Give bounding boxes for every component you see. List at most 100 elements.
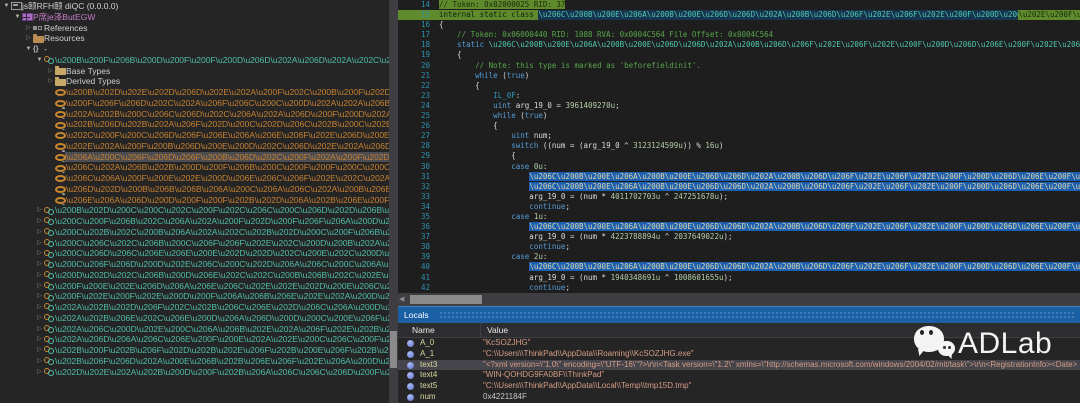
- code-text: continue;: [439, 202, 570, 212]
- line-number: 14: [398, 0, 430, 10]
- expand-arrow-icon[interactable]: ▷: [35, 367, 44, 378]
- line-number: 35: [398, 212, 430, 222]
- tree-row[interactable]: \u200F\u206F\u206D\u202C\u202A\u206F\u20…: [0, 98, 389, 109]
- code-line: 20 // Note: this type is marked as 'befo…: [398, 61, 1080, 71]
- tree-row[interactable]: \u206D\u202D\u200B\u206B\u206B\u206A\u20…: [0, 184, 389, 195]
- code-token: ;: [565, 283, 570, 292]
- collapse-arrow-icon[interactable]: ▼: [2, 1, 11, 12]
- tree-row[interactable]: \u202C\u200F\u200C\u206D\u206F\u206E\u20…: [0, 130, 389, 141]
- tree-row[interactable]: \u200B\u202D\u202E\u202D\u206D\u202E\u20…: [0, 87, 389, 98]
- tree-row[interactable]: ▷\u202A\u202B\u206E\u202C\u206E\u200D\u2…: [0, 313, 389, 324]
- code-token: switch: [439, 141, 543, 150]
- collapse-arrow-icon[interactable]: ▼: [13, 12, 22, 23]
- scroll-left-arrow-icon[interactable]: ◀: [399, 295, 404, 303]
- assembly-explorer-tree[interactable]: ▼js颐RFH颐 diQC (0.0.0.0)▼P席je泽ButEGW▷Refe…: [0, 0, 389, 403]
- code-token: 4011702703u: [611, 192, 661, 201]
- panel-drag-dots: [439, 311, 1076, 320]
- tree-row[interactable]: ▼{}-: [0, 44, 389, 55]
- tree-scrollbar-thumb[interactable]: [390, 331, 397, 368]
- expand-arrow-icon[interactable]: ▷: [35, 334, 44, 345]
- tree-row[interactable]: ▷ \u200C\u206C\u202C\u206B\u200C\u206F\u2…: [0, 238, 389, 249]
- tree-row[interactable]: ▷\u202A\u206D\u206A\u206C\u206E\u200F\u2…: [0, 334, 389, 345]
- tree-row[interactable]: \u202E\u202A\u200F\u200B\u206D\u200E\u20…: [0, 141, 389, 152]
- expand-arrow-icon[interactable]: ▷: [35, 345, 44, 356]
- expand-arrow-icon[interactable]: ▷: [35, 216, 44, 227]
- expand-arrow-icon[interactable]: ▷: [35, 281, 44, 292]
- code-token: num;: [534, 131, 552, 140]
- tree-row[interactable]: ▷\u200F\u202E\u200F\u202E\u200D\u200F\u2…: [0, 291, 389, 302]
- code-view[interactable]: 14// Token: 0x02000025 RID: 3715internal…: [398, 0, 1080, 293]
- highlighted-reference[interactable]: \u206C\u200B\u200E\u206A\u200B\u200E\u20…: [529, 172, 1080, 181]
- tree-row[interactable]: ▷\u200D\u202D\u202C\u206B\u200D\u206E\u2…: [0, 270, 389, 281]
- tree-row[interactable]: ▷\u200C\u206F\u206D\u200D\u202E\u206C\u2…: [0, 259, 389, 270]
- code-text: static \u206C\u200B\u200E\u206A\u200B\u2…: [439, 40, 1080, 50]
- code-token[interactable]: \u206C\u200B\u200E\u206A\u200B\u200E\u20…: [538, 10, 1018, 20]
- collapse-arrow-icon[interactable]: ▼: [35, 55, 44, 66]
- tree-row[interactable]: ▷\u200C\u206D\u206C\u206E\u206E\u200E\u2…: [0, 248, 389, 259]
- tree-row[interactable]: ▷\u200B\u202D\u200C\u200C\u202C\u200F\u2…: [0, 205, 389, 216]
- expand-arrow-icon[interactable]: ▷: [35, 205, 44, 216]
- code-token: 16u: [705, 141, 719, 150]
- tree-label: \u200C\u206C\u202C\u206B\u200C\u206F\u20…: [55, 238, 389, 249]
- expand-arrow-icon[interactable]: ▷: [35, 313, 44, 324]
- column-header-name[interactable]: Name: [398, 323, 481, 337]
- locals-row[interactable]: num0x4221184F: [398, 392, 1080, 403]
- tree-row[interactable]: ▷Base Types: [0, 66, 389, 77]
- highlighted-reference[interactable]: \u206C\u200B\u200E\u206A\u200B\u200E\u20…: [529, 182, 1080, 191]
- code-hscrollbar-thumb[interactable]: [410, 295, 482, 304]
- tree-row[interactable]: ▷\u200F\u200E\u202E\u206D\u206A\u206E\u2…: [0, 281, 389, 292]
- column-header-value[interactable]: Value: [481, 325, 508, 335]
- tree-scrollbar[interactable]: [389, 0, 398, 403]
- local-name: A_0: [398, 338, 481, 349]
- tree-label-selected: \u206A\u200C\u206F\u206D\u206F\u200B\u20…: [66, 152, 389, 163]
- tree-row[interactable]: \u206E\u206A\u206D\u200D\u200F\u200F\u20…: [0, 195, 389, 206]
- expand-arrow-icon[interactable]: ▷: [35, 291, 44, 302]
- tree-row[interactable]: ▷\u202A\u206C\u200D\u202E\u200C\u206A\u2…: [0, 324, 389, 335]
- locals-row[interactable]: text5"C:\\Users\\ThinkPad\\AppData\\Loca…: [398, 381, 1080, 392]
- tree-row[interactable]: \u202A\u202B\u200C\u206C\u206D\u202C\u20…: [0, 109, 389, 120]
- expand-arrow-icon[interactable]: ▷: [46, 66, 55, 77]
- expand-arrow-icon[interactable]: ▷: [35, 356, 44, 367]
- code-text: \u206C\u200B\u200E\u206A\u200B\u200E\u20…: [439, 262, 1080, 272]
- collapse-arrow-icon[interactable]: ▼: [24, 44, 33, 55]
- expand-arrow-icon[interactable]: ▷: [35, 248, 44, 259]
- expand-arrow-icon[interactable]: ▷: [46, 76, 55, 87]
- line-number: 42: [398, 283, 430, 293]
- tree-label: \u200C\u200F\u206B\u202C\u206A\u202A\u20…: [55, 216, 389, 227]
- expand-arrow-icon[interactable]: ▷: [35, 302, 44, 313]
- expand-arrow-icon[interactable]: ▷: [24, 23, 33, 34]
- tree-row[interactable]: ▷\u200C\u202B\u202C\u200B\u206A\u202A\u2…: [0, 227, 389, 238]
- code-token: :: [543, 252, 548, 261]
- code-horizontal-scrollbar[interactable]: ◀: [398, 293, 1080, 306]
- tree-row[interactable]: \u206C\u202A\u206B\u202B\u200D\u200F\u20…: [0, 162, 389, 173]
- expand-arrow-icon[interactable]: ▷: [24, 33, 33, 44]
- code-text: case 0u:: [439, 162, 547, 172]
- code-token: 247251678u: [674, 192, 719, 201]
- code-text: switch ((num = (arg_19_0 ^ 3123124599u))…: [439, 141, 723, 151]
- tree-row[interactable]: ▷ \u200C\u200F\u206B\u202C\u206A\u202A\u2…: [0, 216, 389, 227]
- tree-row[interactable]: \u206C\u206A\u200F\u200E\u202E\u200D\u20…: [0, 173, 389, 184]
- tree-row[interactable]: ▼\u200B\u200F\u206B\u200D\u200F\u200F\u2…: [0, 55, 389, 66]
- tree-row[interactable]: ▼P席je泽ButEGW: [0, 12, 389, 23]
- expand-arrow-icon[interactable]: ▷: [35, 238, 44, 249]
- tree-row[interactable]: ▷\u202B\u200F\u202B\u206F\u202D\u202B\u2…: [0, 345, 389, 356]
- expand-arrow-icon[interactable]: ▷: [35, 270, 44, 281]
- tree-row[interactable]: ▷Resources: [0, 33, 389, 44]
- locals-row[interactable]: text4"WIN-QOHDG9FA0BF\\ThinkPad": [398, 370, 1080, 381]
- tree-row[interactable]: ▷\u202D\u202E\u202A\u202B\u200D\u200F\u2…: [0, 367, 389, 378]
- expand-arrow-icon[interactable]: ▷: [35, 227, 44, 238]
- tree-row[interactable]: ▷Derived Types: [0, 76, 389, 87]
- tree-row[interactable]: ▼ js颐RFH颐 diQC (0.0.0.0): [0, 1, 389, 12]
- highlighted-reference[interactable]: \u206C\u200B\u200E\u206A\u200B\u200E\u20…: [529, 262, 1080, 271]
- highlighted-reference[interactable]: \u206C\u200B\u200E\u206A\u200B\u200E\u20…: [529, 222, 1080, 231]
- tree-label: js颐RFH颐 diQC (0.0.0.0): [22, 1, 118, 12]
- tree-row[interactable]: \u206A\u200C\u206F\u206D\u206F\u200B\u20…: [0, 152, 389, 163]
- tree-row[interactable]: ▷\u202B\u206F\u206D\u202A\u200E\u206B\u2…: [0, 356, 389, 367]
- code-text: {: [439, 20, 444, 30]
- expand-arrow-icon[interactable]: ▷: [35, 259, 44, 270]
- method-gear-icon: [55, 89, 66, 96]
- tree-row[interactable]: ▷References: [0, 23, 389, 34]
- tree-row[interactable]: \u202B\u206D\u202B\u202A\u206F\u202D\u20…: [0, 119, 389, 130]
- expand-arrow-icon[interactable]: ▷: [35, 324, 44, 335]
- tree-row[interactable]: ▷\u202A\u202B\u202D\u206F\u202C\u202B\u2…: [0, 302, 389, 313]
